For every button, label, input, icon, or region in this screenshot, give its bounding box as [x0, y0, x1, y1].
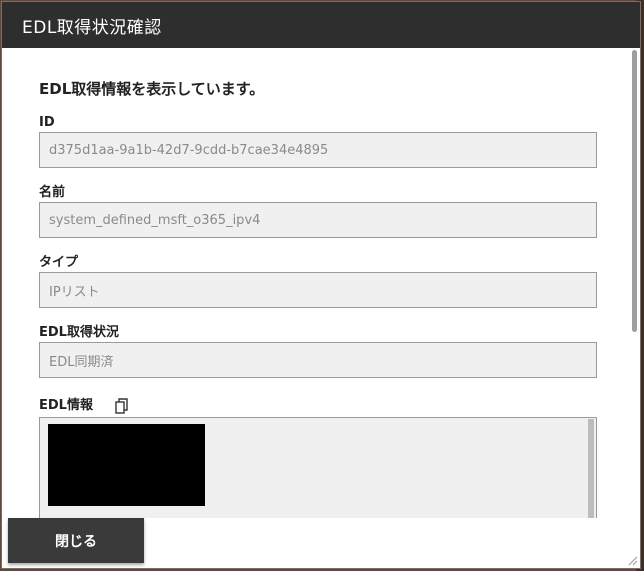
type-label: タイプ — [39, 254, 601, 272]
status-field[interactable]: EDL同期済 — [39, 342, 597, 378]
redacted-content — [48, 424, 205, 506]
name-value: system_defined_msft_o365_ipv4 — [49, 212, 261, 228]
name-field[interactable]: system_defined_msft_o365_ipv4 — [39, 202, 597, 238]
dialog-scrollbar[interactable] — [632, 50, 637, 332]
copy-icon[interactable] — [115, 398, 129, 414]
status-value: EDL同期済 — [49, 354, 114, 370]
dialog-title: EDL取得状況確認 — [22, 17, 162, 38]
close-button[interactable]: 閉じる — [8, 518, 144, 563]
name-label-text: 名前 — [39, 185, 66, 200]
id-label-text: ID — [39, 115, 55, 130]
edl-info-scrollbar[interactable] — [588, 419, 594, 518]
edl-info-label-text: EDL情報 — [39, 398, 93, 413]
dialog-header: EDL取得状況確認 — [2, 2, 640, 48]
edl-info-textarea[interactable] — [39, 417, 597, 518]
edl-info-label: EDL情報 — [39, 397, 601, 415]
edl-status-dialog: EDL取得状況確認 EDL取得情報を表示しています。 ID d375d1aa-9… — [1, 1, 641, 569]
id-value: d375d1aa-9a1b-42d7-9cdd-b7cae34e4895 — [49, 142, 329, 158]
status-label-text: EDL取得状況 — [39, 325, 119, 340]
intro-text: EDL取得情報を表示しています。 — [39, 80, 265, 98]
type-field[interactable]: IPリスト — [39, 272, 597, 308]
name-label: 名前 — [39, 184, 601, 202]
id-field[interactable]: d375d1aa-9a1b-42d7-9cdd-b7cae34e4895 — [39, 132, 597, 168]
type-label-text: タイプ — [39, 255, 79, 270]
type-value: IPリスト — [49, 284, 100, 300]
status-label: EDL取得状況 — [39, 324, 601, 342]
resize-grip-icon[interactable] — [628, 556, 638, 566]
dialog-body[interactable]: EDL取得情報を表示しています。 ID d375d1aa-9a1b-42d7-9… — [39, 48, 601, 518]
id-label: ID — [39, 114, 601, 132]
